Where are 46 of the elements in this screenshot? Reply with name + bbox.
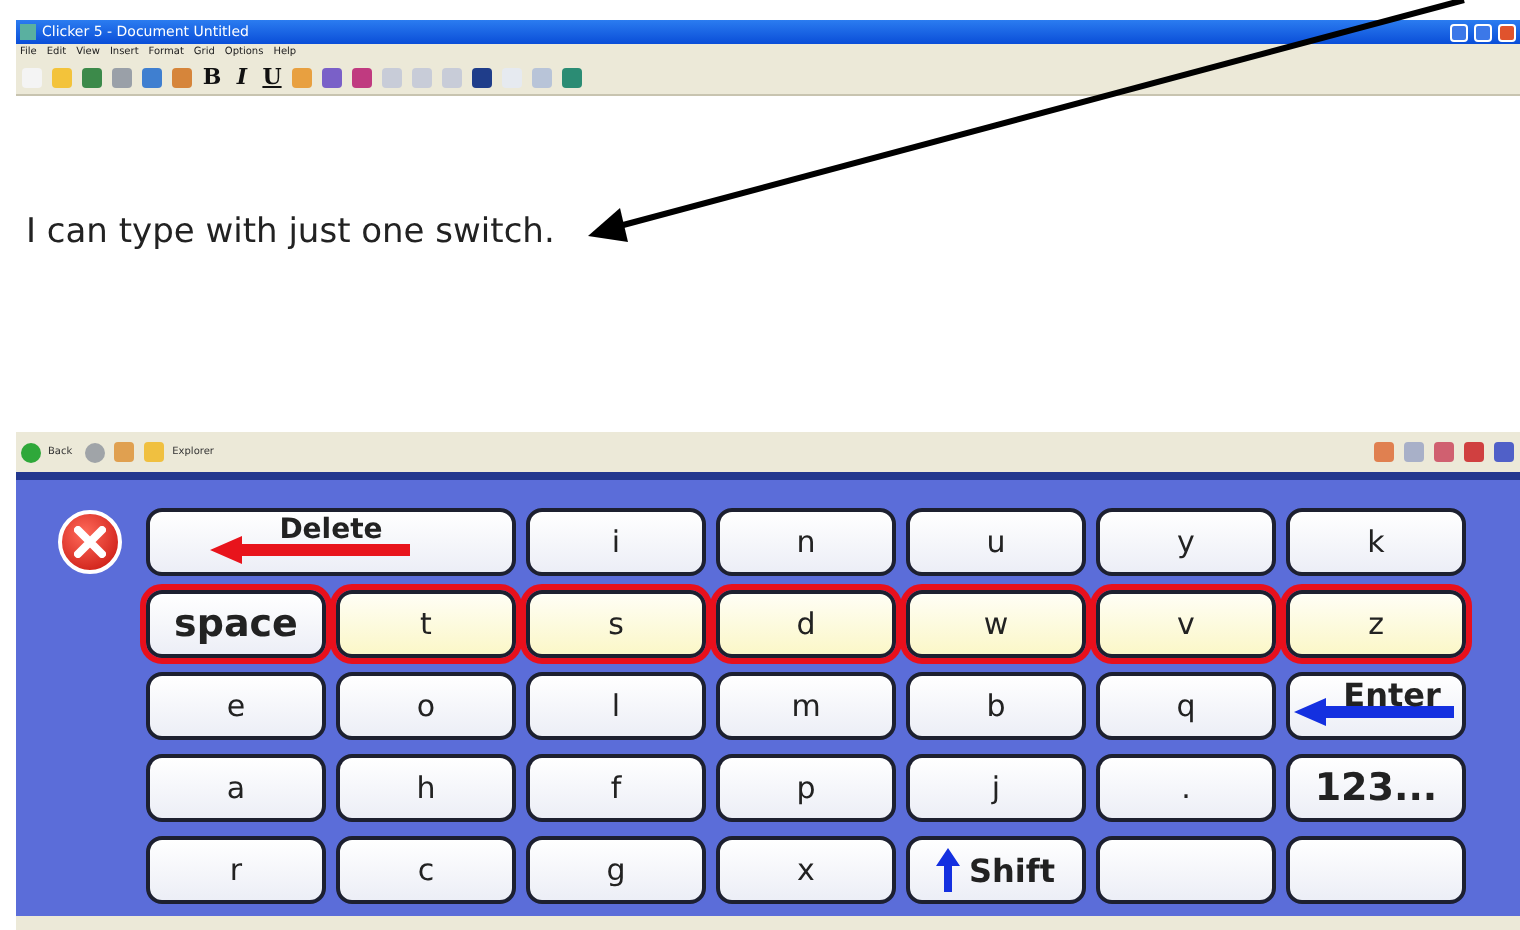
enter-key[interactable]: Enter bbox=[1286, 672, 1466, 740]
arrow-up-icon bbox=[936, 848, 961, 892]
key[interactable]: h bbox=[336, 754, 516, 822]
key[interactable]: v bbox=[1096, 590, 1276, 658]
key[interactable]: y bbox=[1096, 508, 1276, 576]
key[interactable]: l bbox=[526, 672, 706, 740]
key[interactable]: z bbox=[1286, 590, 1466, 658]
key[interactable]: space bbox=[146, 590, 326, 658]
key[interactable]: r bbox=[146, 836, 326, 904]
key[interactable]: s bbox=[526, 590, 706, 658]
arrow-left-icon bbox=[210, 536, 410, 564]
blank-key[interactable] bbox=[1096, 836, 1276, 904]
close-icon bbox=[74, 526, 106, 558]
key[interactable]: b bbox=[906, 672, 1086, 740]
key[interactable]: c bbox=[336, 836, 516, 904]
key[interactable]: n bbox=[716, 508, 896, 576]
key[interactable]: a bbox=[146, 754, 326, 822]
key[interactable]: . bbox=[1096, 754, 1276, 822]
key[interactable]: g bbox=[526, 836, 706, 904]
close-button[interactable] bbox=[1498, 23, 1516, 41]
delete-key[interactable]: Delete bbox=[146, 508, 516, 576]
key[interactable]: u bbox=[906, 508, 1086, 576]
document-text: I can type with just one switch. bbox=[26, 212, 557, 252]
blank-key[interactable] bbox=[1286, 836, 1466, 904]
document-area[interactable]: I can type with just one switch. bbox=[16, 96, 1520, 432]
format-button[interactable]: U bbox=[260, 64, 284, 90]
key[interactable]: q bbox=[1096, 672, 1276, 740]
key[interactable]: k bbox=[1286, 508, 1466, 576]
key[interactable]: d bbox=[716, 590, 896, 658]
key[interactable]: m bbox=[716, 672, 896, 740]
maximize-button[interactable] bbox=[1474, 23, 1492, 41]
format-button[interactable]: B bbox=[200, 64, 224, 90]
shift-key[interactable]: Shift bbox=[906, 836, 1086, 904]
close-grid-button[interactable] bbox=[58, 510, 122, 574]
key[interactable]: t bbox=[336, 590, 516, 658]
key[interactable]: x bbox=[716, 836, 896, 904]
key[interactable]: p bbox=[716, 754, 896, 822]
key[interactable]: i bbox=[526, 508, 706, 576]
key[interactable]: j bbox=[906, 754, 1086, 822]
key[interactable]: 123... bbox=[1286, 754, 1466, 822]
key[interactable]: f bbox=[526, 754, 706, 822]
format-button[interactable]: I bbox=[230, 64, 254, 90]
key[interactable]: o bbox=[336, 672, 516, 740]
key[interactable]: e bbox=[146, 672, 326, 740]
minimize-button[interactable] bbox=[1450, 23, 1468, 41]
key[interactable]: w bbox=[906, 590, 1086, 658]
